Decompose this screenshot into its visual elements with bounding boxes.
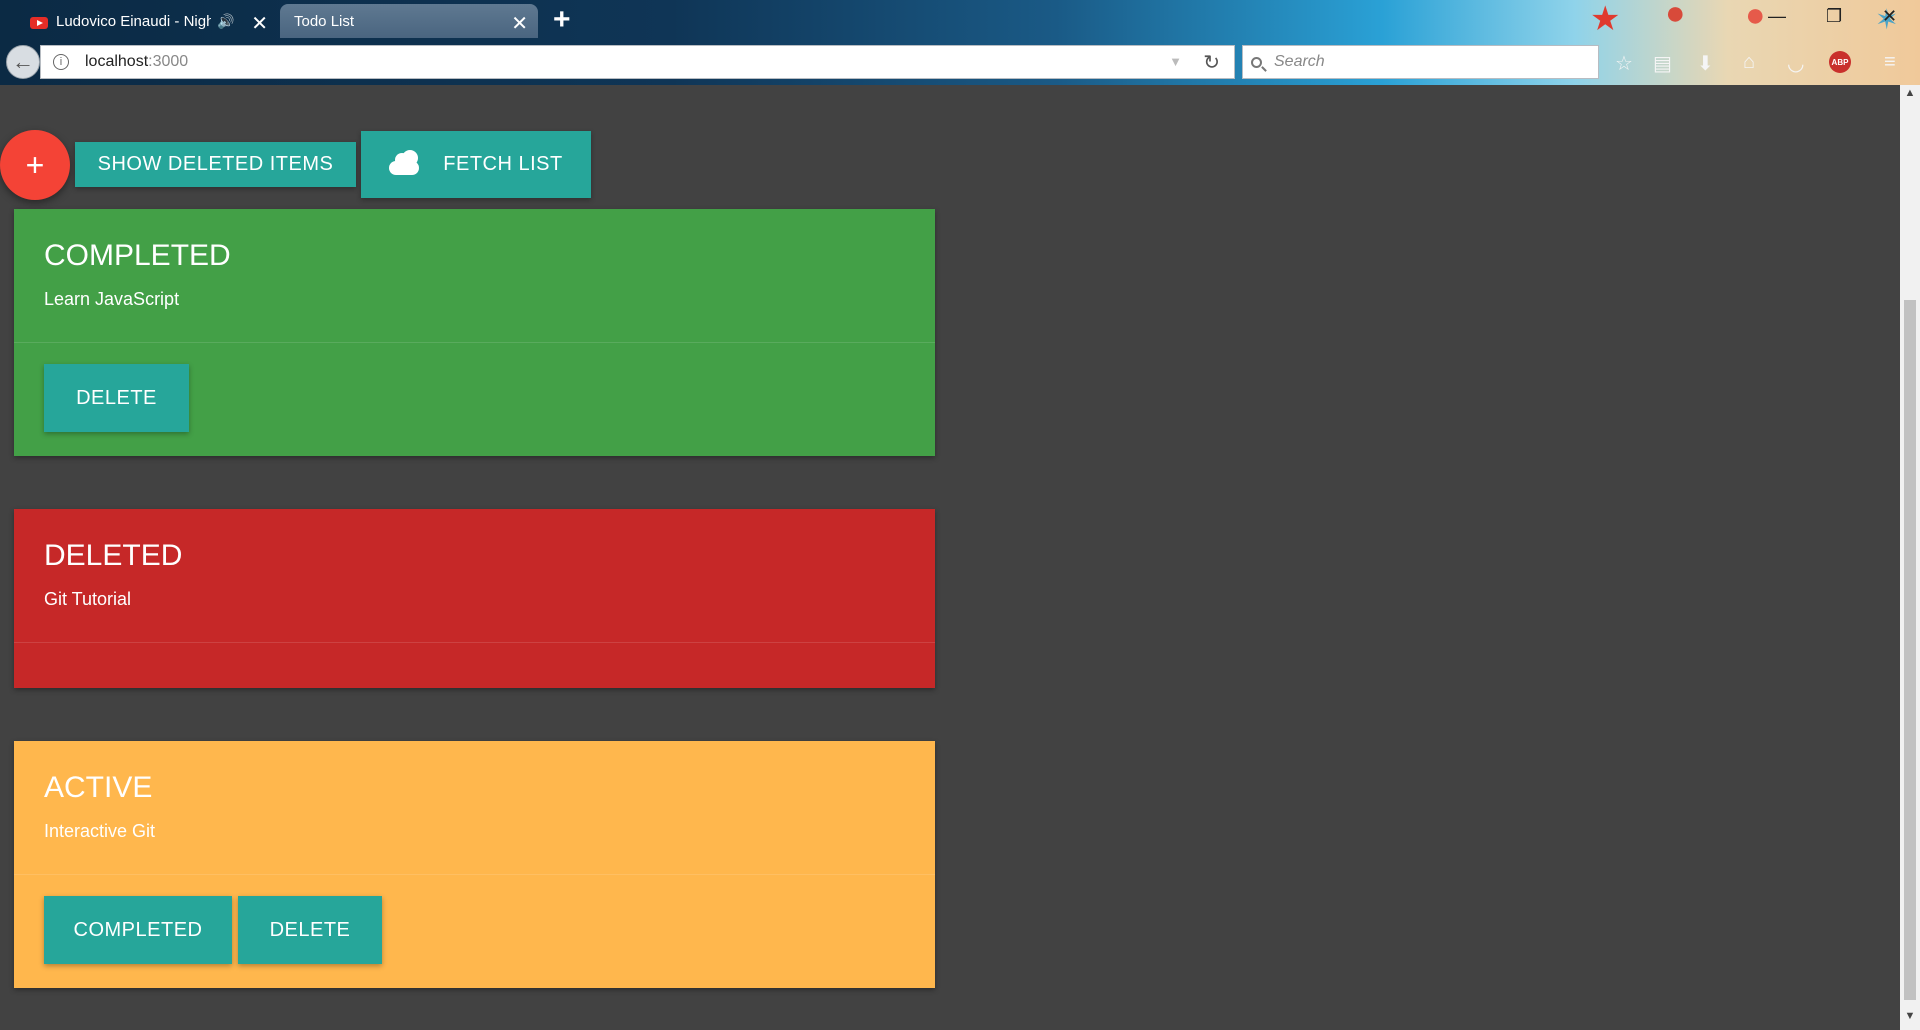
search-icon (1251, 56, 1262, 68)
button-label: SHOW DELETED ITEMS (97, 153, 334, 175)
search-input[interactable]: Search (1242, 45, 1599, 79)
tab-title: Ludovico Einaudi - Night (56, 12, 211, 30)
tab-title: Todo List (294, 12, 355, 30)
card-description: Interactive Git (44, 821, 156, 841)
home-icon[interactable]: ⌂ (1743, 51, 1755, 74)
delete-button[interactable]: DELETE (44, 364, 189, 432)
show-deleted-items-button[interactable]: SHOW DELETED ITEMS (75, 142, 356, 187)
vertical-scrollbar[interactable]: ▲ ▼ (1900, 85, 1920, 1030)
cloud-icon (389, 149, 420, 175)
pocket-icon[interactable]: ◡ (1787, 51, 1804, 76)
card-description: Learn JavaScript (44, 289, 180, 309)
fetch-list-button[interactable]: FETCH LIST (361, 131, 591, 198)
todo-card-completed: COMPLETED Learn JavaScript DELETE (14, 209, 935, 456)
card-description: Git Tutorial (44, 589, 132, 609)
url-host: localhost (85, 53, 149, 70)
card-status-title: DELETED (44, 539, 183, 572)
scroll-up-arrow-icon[interactable]: ▲ (1900, 87, 1920, 105)
card-actions (14, 642, 935, 643)
todo-card-deleted: DELETED Git Tutorial (14, 509, 935, 688)
url-bar[interactable]: i localhost:3000 ▼ ↻ (40, 45, 1235, 79)
button-label: DELETE (76, 386, 157, 409)
todo-card-active: ACTIVE Interactive Git COMPLETED DELETE (14, 741, 935, 988)
youtube-icon (30, 17, 48, 29)
button-label: FETCH LIST (443, 153, 563, 175)
tab-bar: Ludovico Einaudi - Night 🔊 ✕ Todo List ✕… (0, 0, 1920, 40)
card-content: COMPLETED Learn JavaScript (14, 209, 935, 342)
button-label: DELETE (269, 918, 351, 941)
back-arrow-icon: ← (12, 49, 34, 74)
menu-icon[interactable]: ≡ (1884, 51, 1896, 74)
close-window-icon[interactable]: ✕ (1882, 6, 1897, 27)
card-content: ACTIVE Interactive Git (14, 741, 935, 874)
browser-chrome: ★ ● ● ✶ Ludovico Einaudi - Night 🔊 ✕ Tod… (0, 0, 1920, 85)
card-content: DELETED Git Tutorial (14, 509, 935, 642)
card-actions: DELETE (14, 342, 935, 432)
adblock-icon[interactable]: ABP (1829, 51, 1851, 73)
page-content: + SHOW DELETED ITEMS FETCH LIST COMPLETE… (0, 85, 1900, 1030)
scrollbar-thumb[interactable] (1904, 300, 1916, 1000)
card-actions: COMPLETED DELETE (14, 874, 935, 964)
new-tab-button[interactable]: + (553, 3, 571, 37)
close-tab-icon[interactable]: ✕ (251, 11, 268, 36)
tab-youtube[interactable]: Ludovico Einaudi - Night 🔊 ✕ (0, 4, 278, 38)
tab-todo-list[interactable]: Todo List ✕ (280, 4, 538, 38)
speaker-icon[interactable]: 🔊 (217, 13, 234, 30)
reload-icon[interactable]: ↻ (1203, 50, 1220, 75)
bookmark-star-icon[interactable]: ☆ (1615, 51, 1633, 76)
reading-list-icon[interactable]: ▤ (1653, 51, 1672, 76)
card-status-title: COMPLETED (44, 239, 231, 272)
button-label: COMPLETED (73, 918, 203, 941)
plus-icon: + (25, 146, 45, 183)
url-port: :3000 (148, 53, 189, 70)
close-tab-icon[interactable]: ✕ (511, 11, 528, 36)
scroll-down-arrow-icon[interactable]: ▼ (1900, 1010, 1920, 1028)
navigation-bar: ← i localhost:3000 ▼ ↻ Search ☆ ▤ ⬇ ⌂ ◡ … (0, 40, 1920, 85)
search-placeholder: Search (1274, 53, 1325, 70)
back-button[interactable]: ← (6, 45, 40, 79)
mark-completed-button[interactable]: COMPLETED (44, 896, 232, 964)
url-text: localhost:3000 (85, 53, 188, 71)
delete-button[interactable]: DELETE (238, 896, 382, 964)
minimize-icon[interactable]: — (1768, 6, 1786, 27)
add-todo-button[interactable]: + (0, 130, 70, 200)
info-icon[interactable]: i (53, 54, 69, 70)
download-icon[interactable]: ⬇ (1697, 51, 1714, 76)
dropdown-icon[interactable]: ▼ (1169, 54, 1182, 69)
restore-icon[interactable]: ❐ (1826, 6, 1842, 27)
card-status-title: ACTIVE (44, 771, 153, 804)
